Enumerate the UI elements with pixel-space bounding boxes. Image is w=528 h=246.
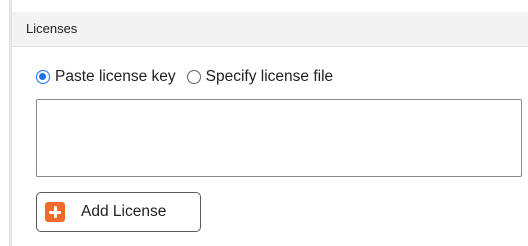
section-header: Licenses <box>12 12 528 47</box>
paste-license-key-option[interactable]: Paste license key <box>36 68 176 86</box>
paste-license-key-radio[interactable] <box>36 70 50 84</box>
plus-square-icon <box>45 202 65 222</box>
license-key-textarea[interactable] <box>36 99 522 177</box>
specify-license-file-option[interactable]: Specify license file <box>186 68 334 86</box>
licenses-panel: Licenses Paste license key Specify licen… <box>0 0 528 246</box>
specify-license-file-radio[interactable] <box>186 70 201 84</box>
specify-license-file-label: Specify license file <box>205 68 334 85</box>
add-license-button[interactable]: Add License <box>36 192 201 232</box>
license-source-radio-group: Paste license key Specify license file <box>36 66 333 88</box>
paste-license-key-label: Paste license key <box>55 68 176 85</box>
section-title: Licenses <box>26 21 78 36</box>
add-license-label: Add License <box>81 203 167 220</box>
